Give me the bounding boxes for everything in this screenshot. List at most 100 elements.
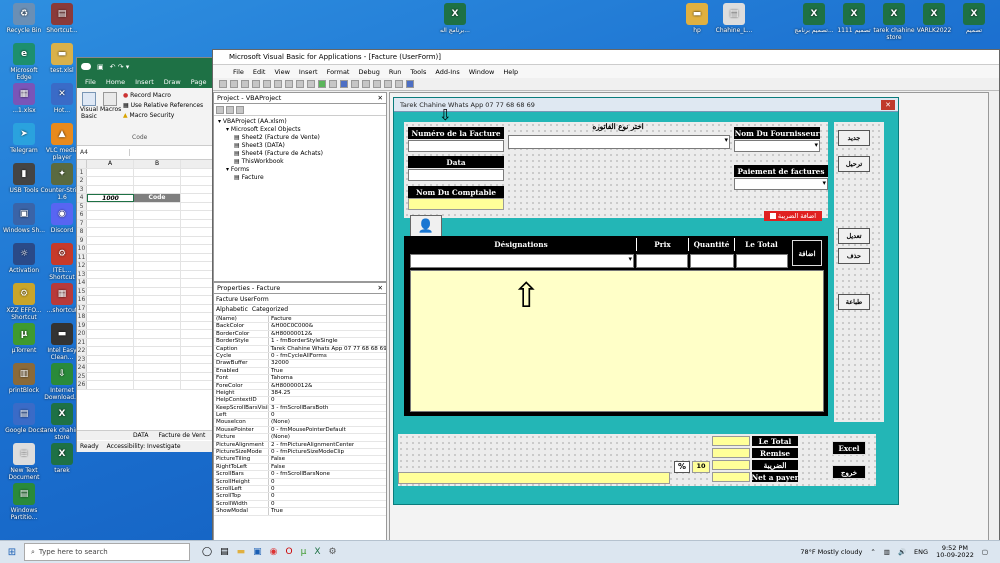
row-header[interactable]: 3 <box>77 185 87 193</box>
property-row[interactable]: (Name) Facture <box>214 316 386 324</box>
paiement-select[interactable] <box>734 178 828 190</box>
undo-icon[interactable] <box>296 80 304 88</box>
insert-icon[interactable] <box>230 80 238 88</box>
name-box[interactable]: A4 <box>80 149 130 156</box>
transfer-button[interactable]: ترحيل <box>838 156 870 172</box>
tree-item[interactable]: ▤ Facture <box>218 174 382 182</box>
object-browser-icon[interactable] <box>384 80 392 88</box>
cell-b[interactable] <box>134 262 181 270</box>
new-button[interactable]: جديد <box>838 130 870 146</box>
task-view-icon[interactable]: ◯ <box>202 547 212 557</box>
type-facture-select[interactable] <box>508 135 730 149</box>
menu-item[interactable]: File <box>233 68 244 76</box>
cell-a[interactable] <box>87 185 134 193</box>
store-icon[interactable]: ▣ <box>253 547 262 557</box>
notification-icon[interactable]: ▢ <box>982 548 988 556</box>
prix-input[interactable] <box>636 254 688 268</box>
property-row[interactable]: DrawBuffer 32000 <box>214 360 386 368</box>
cell-b[interactable] <box>134 347 181 355</box>
designation-select[interactable] <box>410 254 634 268</box>
cell-a[interactable] <box>87 236 134 244</box>
cell-a[interactable] <box>87 202 134 210</box>
property-row[interactable]: ScrollTop 0 <box>214 493 386 501</box>
cell-b[interactable] <box>134 219 181 227</box>
property-row[interactable]: PictureSizeMode 0 - fmPictureSizeModeClip <box>214 449 386 457</box>
cell-a[interactable] <box>87 321 134 329</box>
cell-a[interactable] <box>87 330 134 338</box>
property-row[interactable]: PictureAlignment 2 - fmPictureAlignmentCe… <box>214 441 386 450</box>
row-header[interactable]: 5 <box>77 202 87 210</box>
cell-b[interactable] <box>134 321 181 329</box>
cell-a[interactable]: 1000 <box>87 194 134 202</box>
cell-b[interactable] <box>134 211 181 219</box>
save-icon[interactable]: ▣ <box>97 63 104 71</box>
desktop-icon[interactable]: X VARLK2022 <box>912 3 956 34</box>
view-code-icon[interactable] <box>216 106 224 114</box>
undo-redo[interactable]: ↶ ↷ ▾ <box>110 63 130 71</box>
property-row[interactable]: MouseIcon (None) <box>214 419 386 427</box>
macros-button[interactable]: Macros <box>100 92 121 113</box>
desktop-icon[interactable]: X تصميم <box>952 3 996 34</box>
items-listbox[interactable] <box>410 270 824 412</box>
row-header[interactable]: 20 <box>77 330 87 338</box>
property-row[interactable]: Picture (None) <box>214 434 386 442</box>
ribbon-tab[interactable]: File <box>85 78 96 86</box>
edit-button[interactable]: تعديل <box>838 228 870 244</box>
cell-b[interactable] <box>134 296 181 304</box>
property-row[interactable]: Font Tahoma <box>214 375 386 383</box>
row-header[interactable]: 15 <box>77 287 87 295</box>
close-icon[interactable]: ✕ <box>378 284 383 292</box>
cell-b[interactable] <box>134 168 181 176</box>
quantite-input[interactable] <box>690 254 734 268</box>
row-header[interactable]: 14 <box>77 279 87 287</box>
tree-item[interactable]: ▾ Microsoft Excel Objects <box>218 126 382 134</box>
ribbon-tab[interactable]: Draw <box>164 78 181 86</box>
property-row[interactable]: ScrollBars 0 - fmScrollBarsNone <box>214 471 386 479</box>
row-header[interactable]: 26 <box>77 381 87 389</box>
row-header[interactable]: 11 <box>77 253 87 261</box>
property-row[interactable]: RightToLeft False <box>214 463 386 472</box>
cell-b[interactable] <box>134 177 181 185</box>
row-header[interactable]: 19 <box>77 321 87 329</box>
user-icon[interactable]: 👤 <box>410 215 442 237</box>
numero-facture-input[interactable] <box>408 140 504 152</box>
cell-a[interactable] <box>87 228 134 236</box>
cell-b[interactable] <box>134 313 181 321</box>
excel-icon[interactable]: X <box>314 547 320 557</box>
property-row[interactable]: KeepScrollBarsVisible3 - fmScrollBarsBot… <box>214 404 386 413</box>
tab-categorized[interactable]: Categorized <box>252 306 288 314</box>
cell-b[interactable] <box>134 228 181 236</box>
desktop-icon[interactable]: ▤ Shortcut... <box>40 3 84 34</box>
row-header[interactable]: 23 <box>77 355 87 363</box>
property-row[interactable]: Left 0 <box>214 412 386 420</box>
tax-value[interactable] <box>712 460 750 470</box>
data-input[interactable] <box>408 169 504 181</box>
desktop-icon[interactable]: X تصميم 1111 <box>832 3 876 34</box>
run-icon[interactable] <box>318 80 326 88</box>
cut-icon[interactable] <box>252 80 260 88</box>
cell-a[interactable] <box>87 270 134 278</box>
volume-icon[interactable]: 🔊 <box>898 548 906 556</box>
amount-words[interactable] <box>398 472 670 484</box>
help-icon[interactable] <box>406 80 414 88</box>
row-header[interactable]: 10 <box>77 245 87 253</box>
excel-view-icon[interactable] <box>219 80 227 88</box>
desktop-icon[interactable]: ▤ Chahine_L... <box>712 3 756 34</box>
desktop-icon[interactable]: X برنامج اله... <box>433 3 477 34</box>
row-header[interactable]: 25 <box>77 372 87 380</box>
cell-a[interactable] <box>87 347 134 355</box>
row-header[interactable]: 12 <box>77 262 87 270</box>
taskbar-search[interactable]: ⌕ Type here to search <box>24 543 190 561</box>
row-header[interactable]: 2 <box>77 177 87 185</box>
property-row[interactable]: ScrollLeft 0 <box>214 485 386 494</box>
property-row[interactable]: HelpContextID 0 <box>214 397 386 405</box>
cell-a[interactable] <box>87 364 134 372</box>
cell-b[interactable] <box>134 364 181 372</box>
ribbon-tab[interactable]: Page <box>191 78 207 86</box>
row-header[interactable]: 7 <box>77 219 87 227</box>
cell-b[interactable] <box>134 245 181 253</box>
utorrent-icon[interactable]: µ <box>301 547 307 557</box>
widgets-icon[interactable]: ▤ <box>220 547 229 557</box>
property-row[interactable]: BorderStyle 1 - fmBorderStyleSingle <box>214 338 386 346</box>
close-icon[interactable]: ✕ <box>378 94 383 102</box>
